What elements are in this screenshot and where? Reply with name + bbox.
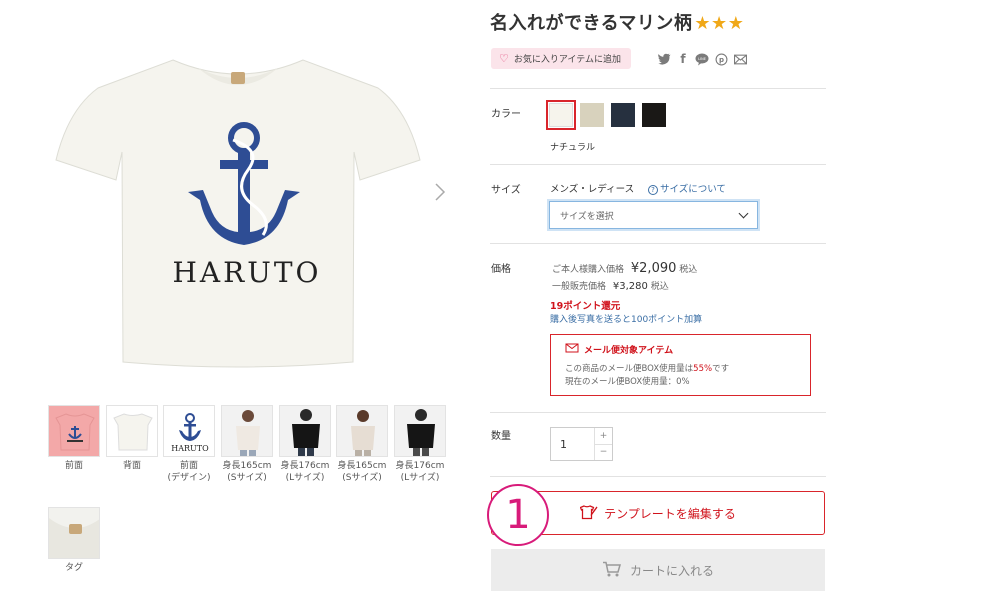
size-guide-link[interactable]: ? サイズについて bbox=[648, 181, 726, 195]
general-price-row: 一般販売価格 ¥3,280 税込 bbox=[552, 279, 669, 292]
mail-usage-suffix: です bbox=[712, 364, 730, 374]
share-icons: f LINE p bbox=[657, 52, 747, 66]
favorites-label: お気に入りアイテムに追加 bbox=[513, 55, 621, 65]
quantity-decrement-button[interactable]: − bbox=[595, 445, 612, 461]
svg-text:p: p bbox=[718, 55, 723, 64]
mail-delivery-box: メール便対象アイテム この商品のメール便BOX使用量は55%です 現在のメール便… bbox=[550, 334, 811, 396]
edit-shirt-icon bbox=[579, 504, 598, 523]
member-price-tax: 税込 bbox=[679, 265, 698, 275]
divider bbox=[490, 476, 826, 477]
mail-current-usage: 現在のメール便BOX使用量：0% bbox=[565, 377, 690, 387]
selected-color-name: ナチュラル bbox=[550, 143, 596, 153]
add-to-cart-label: カートに入れる bbox=[629, 563, 714, 578]
photo-points-link[interactable]: 購入後写真を送ると100ポイント加算 bbox=[550, 312, 702, 325]
line-icon[interactable]: LINE bbox=[695, 52, 709, 66]
swatch-beige[interactable] bbox=[580, 103, 604, 127]
general-price-tax: 税込 bbox=[650, 282, 669, 292]
thumbnail-image: HARUTO bbox=[163, 405, 215, 457]
product-title: 名入れができるマリン柄 ★★★ bbox=[490, 9, 744, 35]
thumbnail-caption: 身長176cm (Lサイズ) bbox=[280, 461, 330, 483]
main-product-image: HARUTO bbox=[48, 40, 428, 390]
thumbnail-caption: 身長176cm (Lサイズ) bbox=[395, 461, 445, 483]
next-image-arrow[interactable] bbox=[430, 180, 450, 204]
mail-delivery-head: メール便対象アイテム bbox=[565, 343, 796, 356]
mail-usage-line: この商品のメール便BOX使用量は55%です bbox=[565, 363, 796, 376]
mail-usage-percent: 55% bbox=[693, 364, 713, 374]
thumbnail-image bbox=[48, 405, 100, 457]
quantity-label: 数量 bbox=[491, 431, 511, 442]
twitter-icon[interactable] bbox=[657, 52, 671, 66]
member-price-label: ご本人様購入価格 bbox=[552, 265, 625, 275]
size-guide-label: サイズについて bbox=[660, 184, 726, 195]
thumbnail-front-design[interactable]: HARUTO 前面 (デザイン) bbox=[163, 405, 215, 484]
price-label: 価格 bbox=[491, 264, 511, 275]
color-swatches bbox=[546, 100, 666, 130]
thumbnail-model-s-2[interactable]: 身長165cm (Sサイズ) bbox=[336, 405, 388, 484]
thumbnail-tag[interactable]: タグ bbox=[48, 507, 100, 574]
size-type-text: メンズ・レディース bbox=[550, 184, 635, 195]
pinterest-icon[interactable]: p bbox=[714, 52, 728, 66]
general-price-value: ¥3,280 bbox=[612, 281, 648, 292]
mail-icon[interactable] bbox=[733, 52, 747, 66]
step-annotation-marker: 1 bbox=[487, 484, 549, 546]
thumbnail-caption: 前面 bbox=[64, 461, 83, 471]
divider bbox=[490, 88, 826, 89]
thumbnail-front[interactable]: 前面 bbox=[48, 405, 100, 472]
swatch-natural[interactable] bbox=[546, 100, 576, 130]
cart-icon bbox=[602, 561, 622, 580]
thumbnail-image bbox=[221, 405, 273, 457]
neck-tag-icon bbox=[231, 72, 245, 84]
size-select[interactable]: サイズを選択 bbox=[549, 201, 758, 229]
facebook-icon[interactable]: f bbox=[676, 52, 690, 66]
size-select-value: サイズを選択 bbox=[560, 211, 614, 222]
thumbnail-model-s-1[interactable]: 身長165cm (Sサイズ) bbox=[221, 405, 273, 484]
mail-usage-prefix: この商品のメール便BOX使用量は bbox=[565, 364, 694, 374]
thumbnail-model-l-1[interactable]: 身長176cm (Lサイズ) bbox=[279, 405, 331, 484]
edit-template-label: テンプレートを編集する bbox=[604, 506, 736, 521]
quantity-stepper: 1 + − bbox=[550, 427, 613, 461]
thumbnail-image bbox=[106, 405, 158, 457]
color-label: カラー bbox=[491, 109, 521, 120]
shirt-print-text: HARUTO bbox=[173, 256, 322, 289]
general-price-label: 一般販売価格 bbox=[552, 282, 607, 292]
thumbnail-caption: タグ bbox=[64, 563, 83, 573]
mail-delivery-title: メール便対象アイテム bbox=[584, 346, 674, 356]
heart-icon: ♡ bbox=[499, 52, 509, 65]
divider bbox=[490, 164, 826, 165]
rating-stars-icon: ★★★ bbox=[694, 13, 745, 34]
svg-text:HARUTO: HARUTO bbox=[171, 444, 209, 453]
swatch-black[interactable] bbox=[642, 103, 666, 127]
thumbnail-caption: 前面 (デザイン) bbox=[167, 461, 211, 483]
tshirt-illustration: HARUTO bbox=[55, 59, 421, 368]
swatch-navy[interactable] bbox=[611, 103, 635, 127]
thumbnail-image bbox=[394, 405, 446, 457]
chevron-down-icon bbox=[738, 208, 749, 218]
mail-envelope-icon bbox=[565, 343, 579, 356]
quantity-input[interactable]: 1 bbox=[551, 428, 594, 460]
thumbnail-image bbox=[48, 507, 100, 559]
quantity-increment-button[interactable]: + bbox=[595, 428, 612, 445]
divider bbox=[490, 243, 826, 244]
divider bbox=[490, 412, 826, 413]
points-reward: 19ポイント還元 bbox=[550, 301, 621, 312]
thumbnail-image bbox=[336, 405, 388, 457]
add-to-cart-button[interactable]: カートに入れる bbox=[491, 549, 825, 591]
size-label: サイズ bbox=[491, 185, 521, 196]
add-to-favorites-button[interactable]: ♡ お気に入りアイテムに追加 bbox=[491, 48, 631, 69]
thumbnail-back[interactable]: 背面 bbox=[106, 405, 158, 472]
member-price-row: ご本人様購入価格 ¥2,090 税込 bbox=[552, 261, 697, 276]
svg-text:LINE: LINE bbox=[698, 57, 706, 61]
thumbnail-caption: 背面 bbox=[122, 461, 141, 471]
step-number: 1 bbox=[505, 492, 531, 538]
thumbnail-image bbox=[279, 405, 331, 457]
thumbnail-caption: 身長165cm (Sサイズ) bbox=[222, 461, 272, 483]
thumbnail-caption: 身長165cm (Sサイズ) bbox=[337, 461, 387, 483]
product-title-text: 名入れができるマリン柄 bbox=[490, 13, 693, 34]
question-icon: ? bbox=[648, 184, 658, 195]
member-price-value: ¥2,090 bbox=[630, 261, 677, 276]
thumbnail-model-l-2[interactable]: 身長176cm (Lサイズ) bbox=[394, 405, 446, 484]
